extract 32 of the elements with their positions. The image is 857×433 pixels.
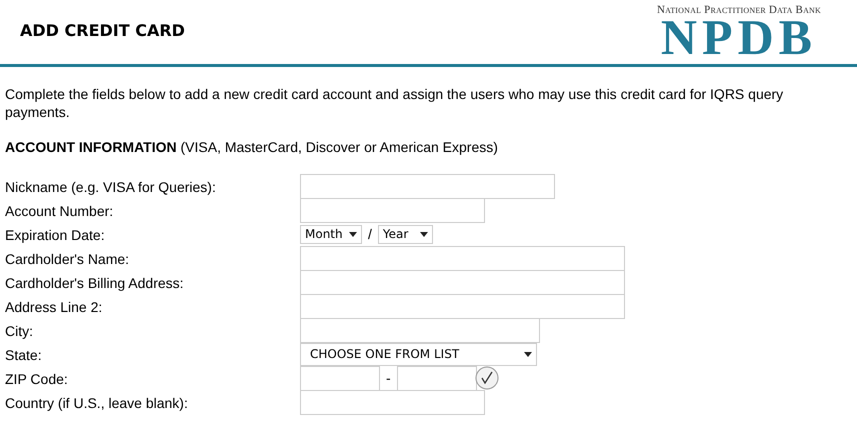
section-heading: ACCOUNT INFORMATION bbox=[5, 139, 177, 155]
check-icon[interactable] bbox=[474, 366, 499, 390]
field-label: Expiration Date: bbox=[5, 226, 106, 245]
field-label: Nickname (e.g. VISA for Queries): bbox=[5, 178, 217, 197]
field-label: Address Line 2: bbox=[5, 298, 104, 317]
page-title: ADD CREDIT CARD bbox=[20, 21, 185, 40]
text-field[interactable] bbox=[300, 390, 485, 414]
field-label: Cardholder's Billing Address: bbox=[5, 274, 185, 293]
zip-separator: - bbox=[385, 370, 392, 386]
field-label: Cardholder's Name: bbox=[5, 250, 130, 269]
text-field[interactable] bbox=[300, 294, 625, 318]
caret-icon bbox=[349, 232, 357, 236]
field-label: Account Number: bbox=[5, 202, 114, 221]
text-field[interactable] bbox=[300, 198, 485, 222]
field-label: ZIP Code: bbox=[5, 370, 69, 389]
zip-extension-field[interactable] bbox=[396, 366, 477, 390]
month-select[interactable]: Month bbox=[300, 224, 362, 244]
text-field[interactable] bbox=[300, 246, 625, 270]
intro-text: Complete the fields below to add a new credit card account and assign the users who may use this credit card for IQRS query payments. bbox=[5, 85, 784, 121]
field-label: City: bbox=[5, 322, 34, 341]
year-select[interactable]: Year bbox=[378, 224, 433, 244]
state-select[interactable]: CHOOSE ONE FROM LIST bbox=[300, 342, 537, 366]
text-field[interactable] bbox=[300, 174, 555, 198]
text-field[interactable] bbox=[300, 270, 625, 294]
field-label: Country (if U.S., leave blank): bbox=[5, 394, 189, 413]
section-note: (VISA, MasterCard, Discover or American Express) bbox=[180, 139, 498, 155]
caret-icon bbox=[524, 352, 532, 356]
field-label: State: bbox=[5, 346, 43, 365]
text-field[interactable] bbox=[300, 318, 540, 342]
zip-field[interactable] bbox=[300, 366, 380, 390]
date-separator: / bbox=[367, 226, 373, 242]
caret-icon bbox=[420, 232, 428, 236]
